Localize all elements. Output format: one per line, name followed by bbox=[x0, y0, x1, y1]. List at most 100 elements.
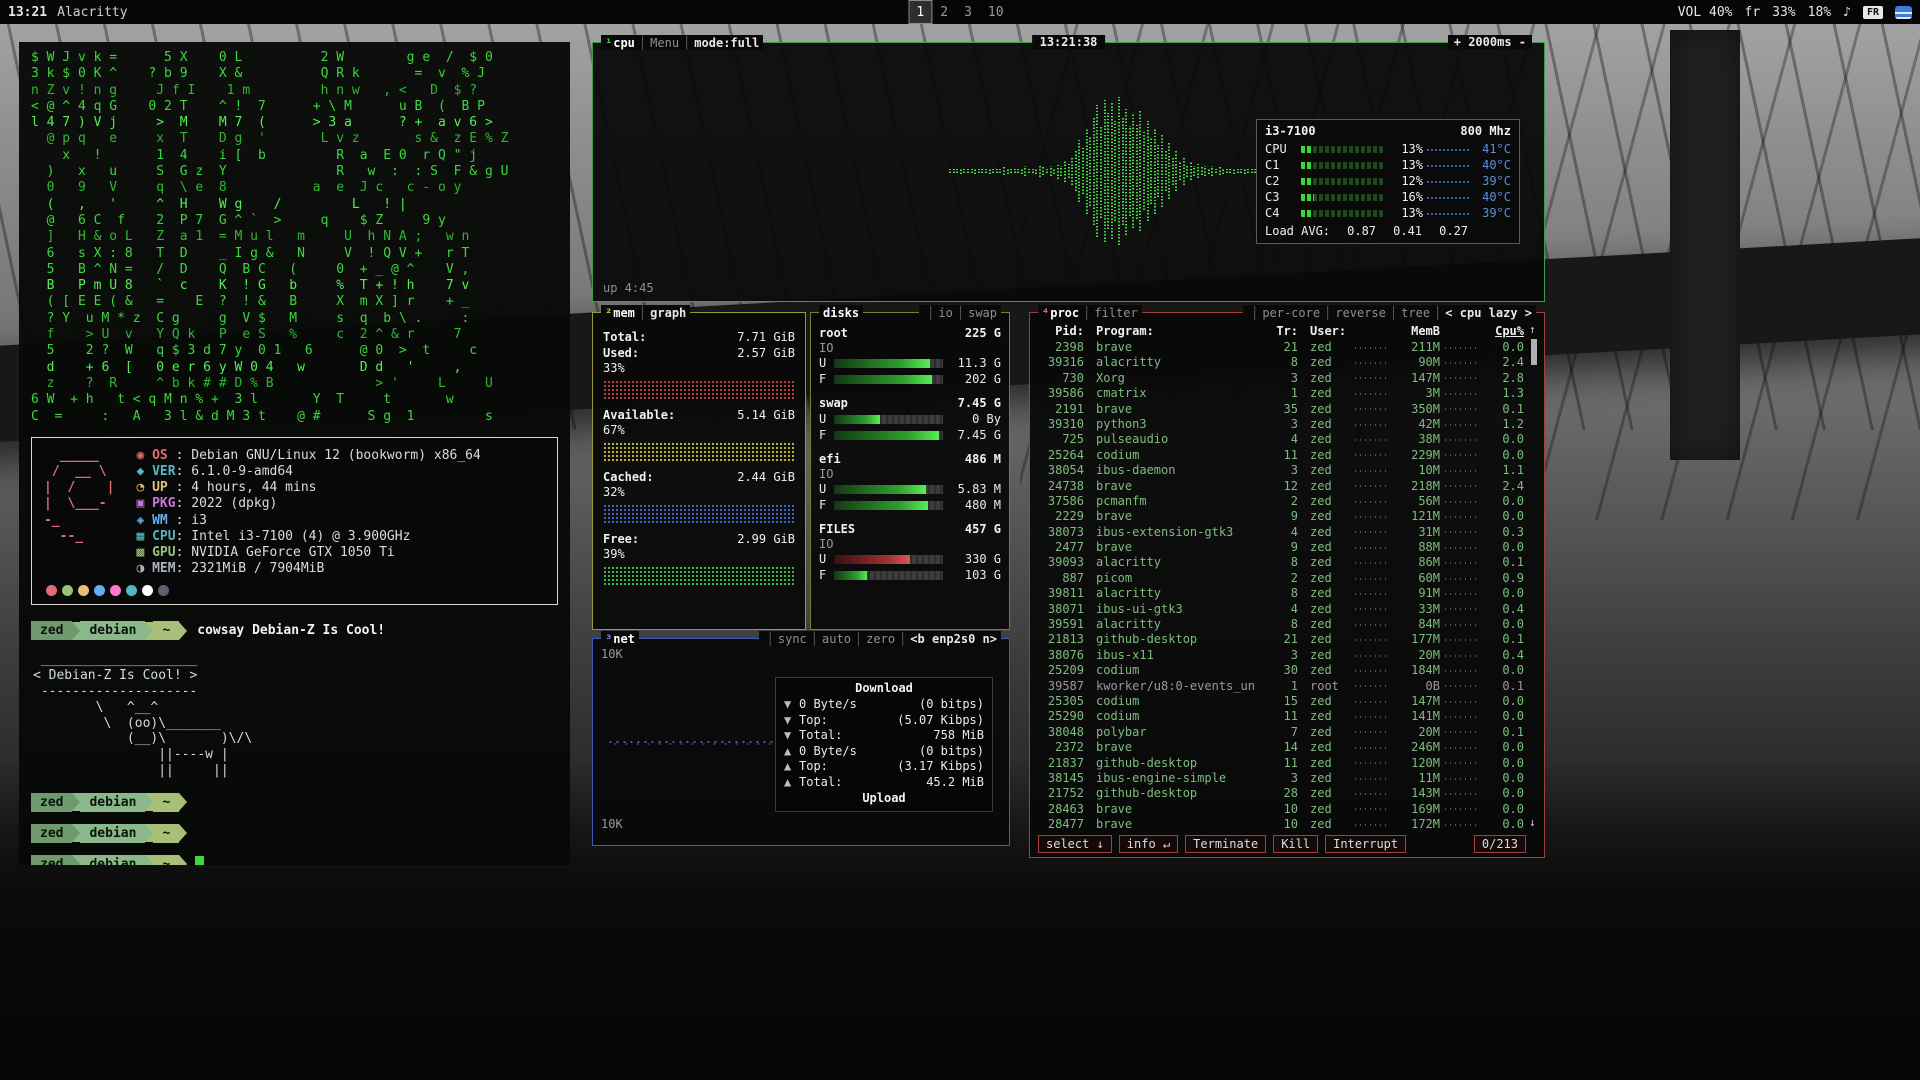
matrix-line: 6 W + h t < q M n % + 3 l Y T t w bbox=[31, 392, 558, 408]
tab-swap[interactable]: swap bbox=[968, 306, 997, 320]
action-info[interactable]: info ↵ bbox=[1119, 835, 1178, 853]
proc-row[interactable]: 25290codium11zed141M0.0 bbox=[1038, 709, 1524, 724]
cpu-graph-bar bbox=[1193, 166, 1195, 175]
proc-row[interactable]: 39587kworker/u8:0-events_un1root0B0.1 bbox=[1038, 679, 1524, 694]
net-scale-top-label: 10K bbox=[601, 647, 623, 661]
network-panel-name[interactable]: net bbox=[613, 632, 635, 646]
cpu-graph-bar bbox=[1096, 105, 1098, 237]
proc-row[interactable]: 39811alacritty8zed91M0.0 bbox=[1038, 586, 1524, 601]
tab-filter[interactable]: filter bbox=[1094, 306, 1137, 320]
cpu-percent-label: 33% bbox=[1772, 5, 1795, 20]
proc-row[interactable]: 28477brave10zed172M0.0 bbox=[1038, 817, 1524, 829]
proc-row[interactable]: 39591alacritty8zed84M0.0 bbox=[1038, 617, 1524, 632]
cpu-graph-bar bbox=[1122, 117, 1124, 226]
memory-panel[interactable]: ² mem │graph Total:7.71 GiBUsed:2.57 GiB… bbox=[592, 312, 806, 630]
tab-sync[interactable]: sync bbox=[778, 632, 807, 646]
disks-panel[interactable]: disks │io│swap root225 GIOU11.3 GF202 Gs… bbox=[810, 312, 1010, 630]
scrollbar-thumb[interactable] bbox=[1531, 339, 1537, 365]
proc-row[interactable]: 2372brave14zed246M0.0 bbox=[1038, 740, 1524, 755]
tray-app-icon[interactable] bbox=[1895, 6, 1912, 19]
memory-panel-name[interactable]: mem bbox=[613, 306, 635, 320]
proc-row[interactable]: 730Xorg3zed147M2.8 bbox=[1038, 371, 1524, 386]
proc-row[interactable]: 21813github-desktop21zed177M0.1 bbox=[1038, 632, 1524, 647]
system-monitor-window[interactable]: ¹ cpu │Menu│mode:full 13:21:38 + 2000ms … bbox=[592, 42, 1545, 862]
workspace-button-3[interactable]: 3 bbox=[956, 0, 980, 24]
proc-row[interactable]: 2191brave35zed350M0.1 bbox=[1038, 402, 1524, 417]
proc-row[interactable]: 38054ibus-daemon3zed10M1.1 bbox=[1038, 463, 1524, 478]
proc-row[interactable]: 39093alacritty8zed86M0.1 bbox=[1038, 555, 1524, 570]
proc-row[interactable]: 2477brave9zed88M0.0 bbox=[1038, 540, 1524, 555]
terminal-window[interactable]: $ W J v k = 5 X 0 L 2 W g e / $ 03 k $ 0… bbox=[19, 42, 570, 865]
proc-row[interactable]: 38048polybar7zed20M0.1 bbox=[1038, 725, 1524, 740]
layout-flag-badge[interactable]: FR bbox=[1863, 6, 1883, 19]
cpu-graph-bar bbox=[1028, 169, 1030, 174]
proc-row[interactable]: 38076ibus-x113zed20M0.4 bbox=[1038, 648, 1524, 663]
proc-row[interactable]: 2229brave9zed121M0.0 bbox=[1038, 509, 1524, 524]
shell-session[interactable]: zeddebian~cowsay Debian-Z Is Cool! _____… bbox=[19, 609, 570, 865]
workspace-button-2[interactable]: 2 bbox=[932, 0, 956, 24]
tab-b-enp2s0-n[interactable]: <b enp2s0 n> bbox=[910, 632, 997, 646]
process-actions: select ↓ info ↵ Terminate Kill Interrupt bbox=[1038, 835, 1414, 853]
proc-row[interactable]: 28463brave10zed169M0.0 bbox=[1038, 802, 1524, 817]
workspace-button-10[interactable]: 10 bbox=[980, 0, 1012, 24]
proc-row[interactable]: 39316alacritty8zed90M2.4 bbox=[1038, 355, 1524, 370]
proc-row[interactable]: 887picom2zed60M0.9 bbox=[1038, 571, 1524, 586]
cpu-panel[interactable]: ¹ cpu │Menu│mode:full 13:21:38 + 2000ms … bbox=[592, 42, 1545, 302]
load-average-row: Load AVG: 0.87 0.41 0.27 bbox=[1265, 224, 1511, 238]
proc-row[interactable]: 25264codium11zed229M0.0 bbox=[1038, 448, 1524, 463]
dotted-leader bbox=[1355, 731, 1387, 733]
tab-graph[interactable]: graph bbox=[650, 306, 686, 320]
workspace-button-1[interactable]: 1 bbox=[908, 0, 932, 24]
proc-row[interactable]: 25305codium15zed147M0.0 bbox=[1038, 694, 1524, 709]
cpu-graph-bar bbox=[1172, 157, 1174, 185]
action-select[interactable]: select ↓ bbox=[1038, 835, 1112, 853]
prompt-segment: ~ bbox=[153, 621, 179, 640]
proc-row[interactable]: 38071ibus-ui-gtk34zed33M0.4 bbox=[1038, 602, 1524, 617]
matrix-line: z ? R ^ b k # # D % B > ' L U bbox=[31, 376, 558, 392]
process-panel[interactable]: ⁴ proc │filter │per-core│reverse│tree│< … bbox=[1029, 312, 1545, 858]
process-scrollbar[interactable]: ↑ ↓ bbox=[1529, 323, 1539, 829]
tab-cpu-lazy[interactable]: < cpu lazy > bbox=[1445, 306, 1532, 320]
action-kill[interactable]: Kill bbox=[1273, 835, 1318, 853]
cpu-graph-bar bbox=[1179, 162, 1181, 181]
cpu-panel-name[interactable]: cpu bbox=[613, 36, 635, 50]
proc-row[interactable]: 39310python33zed42M1.2 bbox=[1038, 417, 1524, 432]
cpu-graph-bar bbox=[1086, 128, 1088, 213]
shell-prompt[interactable]: zeddebian~ bbox=[31, 855, 558, 865]
tab-separator: │ bbox=[635, 36, 650, 50]
proc-row[interactable]: 24738brave12zed218M2.4 bbox=[1038, 479, 1524, 494]
cpu-graph-bar bbox=[1237, 169, 1239, 172]
scroll-up-icon[interactable]: ↑ bbox=[1529, 323, 1536, 336]
proc-row[interactable]: 25209codium30zed184M0.0 bbox=[1038, 663, 1524, 678]
action-terminate[interactable]: Terminate bbox=[1185, 835, 1266, 853]
tab-mode-full[interactable]: mode:full bbox=[694, 36, 759, 50]
tab-tree[interactable]: tree bbox=[1401, 306, 1430, 320]
speaker-icon[interactable]: ♪ bbox=[1843, 5, 1851, 20]
proc-row[interactable]: 21837github-desktop11zed120M0.0 bbox=[1038, 756, 1524, 771]
cpu-core-row: CPU13%41°C bbox=[1265, 141, 1511, 157]
tab-auto[interactable]: auto bbox=[822, 632, 851, 646]
proc-row[interactable]: 725pulseaudio4zed38M0.0 bbox=[1038, 432, 1524, 447]
proc-row[interactable]: 2398brave21zed211M0.0 bbox=[1038, 340, 1524, 355]
dotted-leader bbox=[1445, 762, 1479, 764]
disks-panel-name[interactable]: disks bbox=[823, 306, 859, 320]
tab-per-core[interactable]: per-core bbox=[1262, 306, 1320, 320]
matrix-line: n Z v ! n g J f I 1 m h n w , < D $ ? bbox=[31, 83, 558, 99]
action-interrupt[interactable]: Interrupt bbox=[1325, 835, 1406, 853]
network-panel[interactable]: ³ net │sync│auto│zero│<b enp2s0 n> 10K 1… bbox=[592, 638, 1010, 846]
proc-row[interactable]: 21752github-desktop28zed143M0.0 bbox=[1038, 786, 1524, 801]
volume-label: VOL 40% bbox=[1678, 5, 1733, 20]
process-panel-name[interactable]: proc bbox=[1050, 306, 1079, 320]
scroll-down-icon[interactable]: ↓ bbox=[1529, 816, 1536, 829]
proc-row[interactable]: 38145ibus-engine-simple3zed11M0.0 bbox=[1038, 771, 1524, 786]
proc-row[interactable]: 38073ibus-extension-gtk34zed31M0.3 bbox=[1038, 525, 1524, 540]
proc-row[interactable]: 39586cmatrix1zed3M1.3 bbox=[1038, 386, 1524, 401]
refresh-interval-control[interactable]: + 2000ms - bbox=[1448, 35, 1532, 49]
terminal-color-palette bbox=[46, 585, 545, 596]
tab-zero[interactable]: zero bbox=[866, 632, 895, 646]
proc-row[interactable]: 37586pcmanfm2zed56M0.0 bbox=[1038, 494, 1524, 509]
tab-reverse[interactable]: reverse bbox=[1335, 306, 1386, 320]
tab-menu[interactable]: Menu bbox=[650, 36, 679, 50]
cpu-graph-bar bbox=[1046, 169, 1048, 174]
tab-io[interactable]: io bbox=[938, 306, 952, 320]
